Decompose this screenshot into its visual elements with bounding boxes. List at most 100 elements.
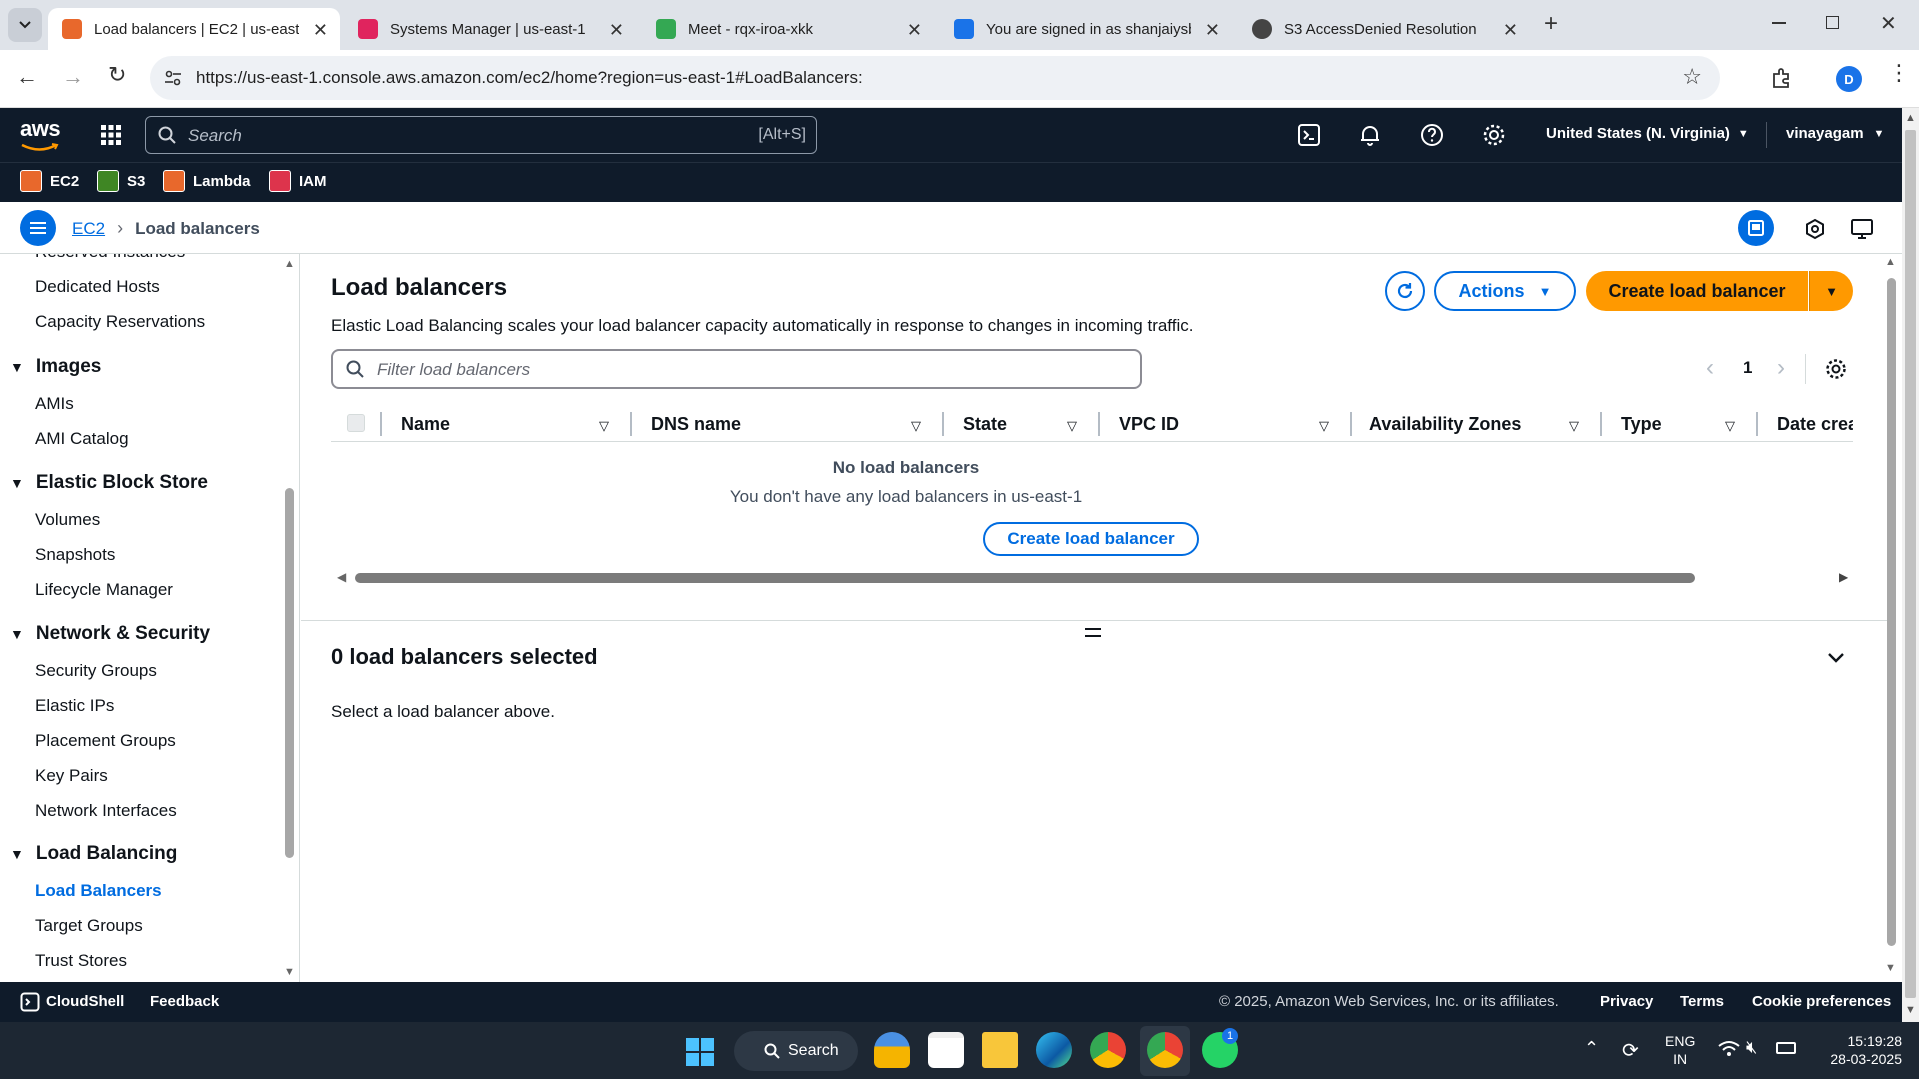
content-scrollbar-thumb[interactable] (1887, 278, 1896, 946)
sidebar-scroll-up-icon[interactable]: ▲ (284, 258, 295, 270)
info-panel-toggle[interactable] (1738, 210, 1774, 246)
new-tab-plus-icon[interactable]: + (1544, 10, 1558, 38)
refresh-button[interactable] (1385, 271, 1425, 311)
aws-logo[interactable]: aws (20, 116, 61, 152)
cloudshell-icon[interactable] (20, 992, 40, 1012)
table-preferences-gear-icon[interactable] (1825, 358, 1847, 380)
page-scrollbar-thumb[interactable] (1905, 130, 1916, 998)
sidebar-item-dedicated-hosts[interactable]: Dedicated Hosts (35, 277, 160, 297)
sidebar-item-amis[interactable]: AMIs (35, 394, 74, 414)
browser-tab[interactable]: Meet - rqx-iroa-xkk ✕ (642, 8, 934, 50)
column-header-state[interactable]: State (963, 414, 1007, 435)
browser-tab[interactable]: S3 AccessDenied Resolution ✕ (1238, 8, 1530, 50)
collapse-chevron-icon[interactable] (1827, 652, 1845, 664)
services-grid-icon[interactable] (100, 124, 122, 146)
sort-caret-icon[interactable]: ▽ (1569, 418, 1579, 434)
sidebar-scrollbar-thumb[interactable] (285, 488, 294, 858)
close-tab-icon[interactable]: ✕ (609, 20, 624, 41)
cookie-preferences-link[interactable]: Cookie preferences (1752, 993, 1891, 1010)
sidebar-item-snapshots[interactable]: Snapshots (35, 545, 115, 565)
scroll-right-icon[interactable]: ▶ (1839, 570, 1848, 584)
close-window-icon[interactable]: ✕ (1880, 11, 1897, 36)
address-bar[interactable]: https://us-east-1.console.aws.amazon.com… (150, 56, 1720, 100)
battery-icon[interactable] (1776, 1042, 1796, 1054)
previous-page-icon[interactable]: ‹ (1706, 354, 1714, 382)
sort-caret-icon[interactable]: ▽ (1725, 418, 1735, 434)
privacy-link[interactable]: Privacy (1600, 993, 1653, 1010)
display-preferences-icon[interactable] (1850, 218, 1874, 240)
sidebar-section-network-security[interactable]: ▼ Network & Security (10, 623, 210, 645)
edge-browser-icon[interactable] (1036, 1032, 1072, 1068)
page-scroll-down-icon[interactable]: ▼ (1905, 1004, 1916, 1016)
chrome-icon[interactable] (1090, 1032, 1126, 1068)
favorite-lambda[interactable]: Lambda (163, 170, 251, 192)
language-indicator[interactable]: ENG IN (1665, 1032, 1695, 1068)
sidebar-item-security-groups[interactable]: Security Groups (35, 661, 157, 681)
content-scroll-down-icon[interactable]: ▼ (1885, 962, 1896, 974)
column-header-dns-name[interactable]: DNS name (651, 414, 741, 435)
windows-start-icon[interactable] (686, 1038, 714, 1066)
next-page-icon[interactable]: › (1777, 354, 1785, 382)
split-panel-resize-handle[interactable] (1085, 628, 1101, 637)
terms-link[interactable]: Terms (1680, 993, 1724, 1010)
sidebar-section-load-balancing[interactable]: ▼ Load Balancing (10, 843, 177, 865)
sidebar-section-ebs[interactable]: ▼ Elastic Block Store (10, 472, 208, 494)
column-header-type[interactable]: Type (1621, 414, 1662, 435)
sidebar-item-trust-stores[interactable]: Trust Stores (35, 951, 127, 971)
extensions-puzzle-icon[interactable] (1770, 66, 1794, 90)
region-selector[interactable]: United States (N. Virginia) ▼ (1546, 125, 1749, 142)
profile-avatar[interactable]: D (1836, 66, 1862, 92)
favorite-s3[interactable]: S3 (97, 170, 145, 192)
sidebar-item-capacity-reservations[interactable]: Capacity Reservations (35, 312, 205, 332)
browser-tab[interactable]: You are signed in as shanjaiysb ✕ (940, 8, 1232, 50)
clock[interactable]: 15:19:28 28-03-2025 (1814, 1032, 1902, 1068)
forward-arrow-icon[interactable]: → (62, 64, 84, 90)
help-icon[interactable] (1420, 123, 1444, 147)
side-nav-toggle[interactable] (20, 210, 56, 246)
actions-button[interactable]: Actions ▼ (1434, 271, 1576, 311)
award-app-icon[interactable] (874, 1032, 910, 1068)
restore-window-icon[interactable] (1826, 16, 1839, 29)
horizontal-scrollbar-thumb[interactable] (355, 573, 1695, 583)
breadcrumb-ec2-link[interactable]: EC2 (72, 219, 105, 239)
content-scroll-up-icon[interactable]: ▲ (1885, 256, 1896, 268)
settings-hexagon-icon[interactable] (1804, 218, 1826, 240)
sidebar-item-placement-groups[interactable]: Placement Groups (35, 731, 176, 751)
page-scroll-up-icon[interactable]: ▲ (1905, 112, 1916, 124)
sort-caret-icon[interactable]: ▽ (599, 418, 609, 434)
select-all-checkbox[interactable] (347, 414, 365, 432)
create-load-balancer-button[interactable]: Create load balancer (1586, 271, 1808, 311)
empty-create-load-balancer-button[interactable]: Create load balancer (983, 522, 1199, 556)
scroll-left-icon[interactable]: ◀ (337, 570, 346, 584)
site-info-icon[interactable] (164, 69, 182, 87)
file-explorer-icon[interactable] (982, 1032, 1018, 1068)
show-hidden-icons-chevron-icon[interactable]: ⌃ (1584, 1038, 1599, 1059)
user-menu[interactable]: vinayagam ▼ (1786, 125, 1884, 142)
chrome-profile-icon[interactable] (1147, 1032, 1183, 1068)
page-number[interactable]: 1 (1743, 358, 1752, 378)
sidebar-item-elastic-ips[interactable]: Elastic IPs (35, 696, 114, 716)
aws-search-input[interactable]: Search [Alt+S] (145, 116, 817, 154)
browser-menu-icon[interactable]: ⋮ (1888, 62, 1910, 84)
column-header-name[interactable]: Name (401, 414, 450, 435)
column-header-availability-zones[interactable]: Availability Zones (1369, 414, 1521, 435)
feedback-link[interactable]: Feedback (150, 993, 219, 1010)
back-arrow-icon[interactable]: ← (16, 64, 38, 90)
close-tab-icon[interactable]: ✕ (313, 20, 328, 41)
sync-icon[interactable]: ⟳ (1622, 1038, 1639, 1063)
close-tab-icon[interactable]: ✕ (1503, 20, 1518, 41)
minimize-window-icon[interactable] (1772, 22, 1786, 24)
browser-tab-active[interactable]: Load balancers | EC2 | us-east-1 ✕ (48, 8, 340, 50)
sidebar-item-volumes[interactable]: Volumes (35, 510, 100, 530)
volume-muted-icon[interactable]: 🔇︎ (1746, 1037, 1757, 1058)
sidebar-item-target-groups[interactable]: Target Groups (35, 916, 143, 936)
sidebar-section-images[interactable]: ▼ Images (10, 356, 101, 378)
close-tab-icon[interactable]: ✕ (907, 20, 922, 41)
browser-tab[interactable]: Systems Manager | us-east-1 ✕ (344, 8, 636, 50)
page-scrollbar[interactable]: ▲ ▼ (1902, 108, 1919, 1022)
favorite-ec2[interactable]: EC2 (20, 170, 79, 192)
microsoft-store-icon[interactable] (928, 1032, 964, 1068)
cloudshell-icon[interactable] (1297, 123, 1321, 147)
sidebar-item-network-interfaces[interactable]: Network Interfaces (35, 801, 177, 821)
notifications-bell-icon[interactable] (1358, 123, 1382, 147)
